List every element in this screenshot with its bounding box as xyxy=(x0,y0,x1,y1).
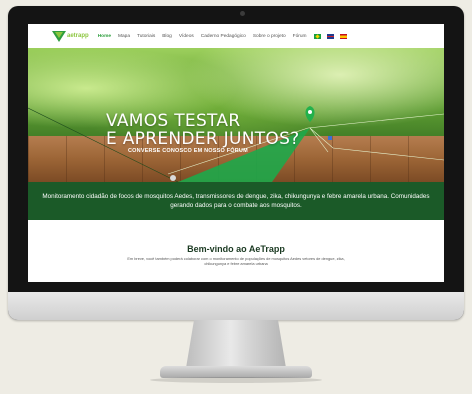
hero-title-line-1: VAMOS TESTAR xyxy=(106,111,241,131)
nav-item-sobre-o-projeto[interactable]: Sobre o projeto xyxy=(253,34,286,39)
hero-title: VAMOS TESTAR E APRENDER JUNTOS? xyxy=(106,112,300,148)
mission-text: Monitoramento cidadão de focos de mosqui… xyxy=(42,193,430,209)
map-pin-icon xyxy=(305,106,315,122)
nav-item-blog[interactable]: Blog xyxy=(162,34,172,39)
monitor-chin xyxy=(8,292,464,320)
browser-screen: aetrapp Home Mapa Tutoriais Blog Vídeos … xyxy=(28,24,444,282)
node-dot xyxy=(170,175,176,181)
hero-subtitle-link[interactable]: CONVERSE CONOSCO EM NOSSO FÓRUM xyxy=(128,148,248,154)
nav-item-mapa[interactable]: Mapa xyxy=(118,34,130,39)
monitor-stand xyxy=(186,320,286,368)
nav-item-home[interactable]: Home xyxy=(98,34,111,39)
hero-title-line-2: E APRENDER JUNTOS? xyxy=(106,129,300,149)
flag-es-icon[interactable] xyxy=(339,33,347,39)
logo-text: aetrapp xyxy=(67,33,89,39)
flag-uk-icon[interactable] xyxy=(326,33,334,39)
welcome-title: Bem-vindo ao AeTrapp xyxy=(187,244,285,254)
flag-br-icon[interactable] xyxy=(313,33,321,39)
nav-item-caderno-pedagogico[interactable]: Caderno Pedagógico xyxy=(201,34,246,39)
node-square xyxy=(328,136,332,140)
nav-item-forum[interactable]: Fórum xyxy=(293,34,307,39)
site-logo[interactable]: aetrapp xyxy=(52,30,89,42)
welcome-text: Em breve, você também poderá colaborar c… xyxy=(127,256,345,266)
webcam-icon xyxy=(240,11,245,16)
welcome-section: Bem-vindo ao AeTrapp Em breve, você tamb… xyxy=(28,220,444,282)
nav-item-tutoriais[interactable]: Tutoriais xyxy=(137,34,155,39)
mosquito-logo-icon xyxy=(52,30,66,42)
hero-banner[interactable]: VAMOS TESTAR E APRENDER JUNTOS? CONVERSE… xyxy=(28,48,444,182)
top-navbar: aetrapp Home Mapa Tutoriais Blog Vídeos … xyxy=(28,24,444,48)
mission-banner: Monitoramento cidadão de focos de mosqui… xyxy=(28,182,444,220)
stand-shadow xyxy=(150,377,322,383)
nav-item-videos[interactable]: Vídeos xyxy=(179,34,194,39)
